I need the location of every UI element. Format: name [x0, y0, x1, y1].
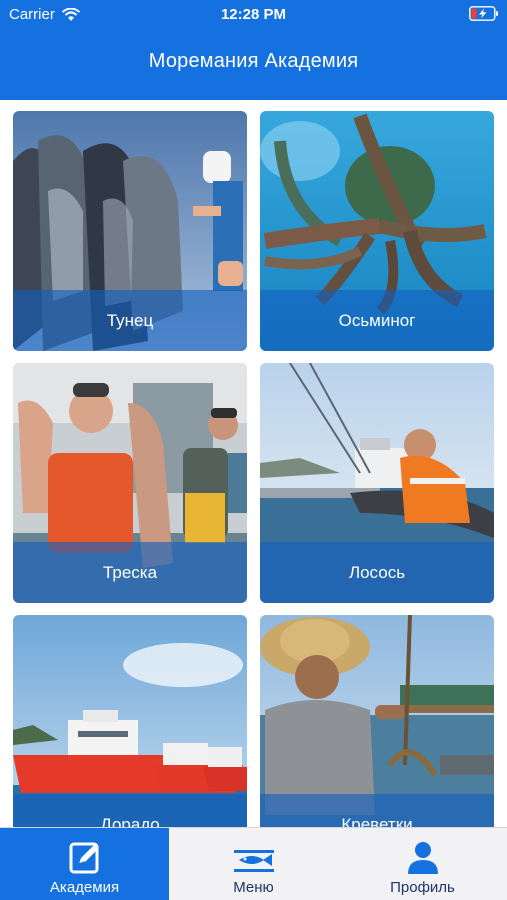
- person-icon: [407, 842, 438, 874]
- tab-profile[interactable]: Профиль: [338, 828, 507, 900]
- category-card-dorado[interactable]: Дорадо: [13, 615, 247, 827]
- status-bar: Carrier 12:28 PM: [0, 0, 507, 28]
- fish-menu-icon: [233, 850, 274, 872]
- status-time: 12:28 PM: [220, 6, 287, 23]
- category-card-tuna[interactable]: Тунец: [13, 111, 247, 351]
- tab-label: Меню: [233, 879, 274, 896]
- navigation-header: Carrier 12:28 PM Моремания Академия: [0, 0, 507, 100]
- tab-academy[interactable]: Академия: [0, 828, 169, 900]
- card-label: Треска: [102, 563, 158, 582]
- category-card-shrimp[interactable]: Креветки: [260, 615, 494, 827]
- category-card-salmon[interactable]: Лосось: [260, 363, 494, 603]
- card-label: Осьминог: [338, 311, 416, 330]
- card-label: Дорадо: [100, 815, 160, 827]
- tab-label: Профиль: [390, 879, 455, 896]
- tab-menu[interactable]: Меню: [169, 828, 338, 900]
- category-card-cod[interactable]: Треска: [13, 363, 247, 603]
- card-label: Лосось: [348, 563, 406, 582]
- bottom-tab-bar: Академия Меню Профиль: [0, 827, 507, 900]
- category-grid: Тунец Осьминог Треска Лосось Дорадо Крев…: [0, 100, 507, 827]
- tab-label: Академия: [49, 879, 120, 896]
- app-screen: Carrier 12:28 PM Моремания Академия Туне…: [0, 0, 507, 900]
- edit-note-icon: [69, 842, 99, 874]
- category-card-octopus[interactable]: Осьминог: [260, 111, 494, 351]
- card-label: Креветки: [341, 815, 413, 827]
- battery-charging-icon: [469, 6, 498, 21]
- page-title: Моремания Академия: [148, 50, 359, 72]
- card-label: Тунец: [106, 311, 154, 330]
